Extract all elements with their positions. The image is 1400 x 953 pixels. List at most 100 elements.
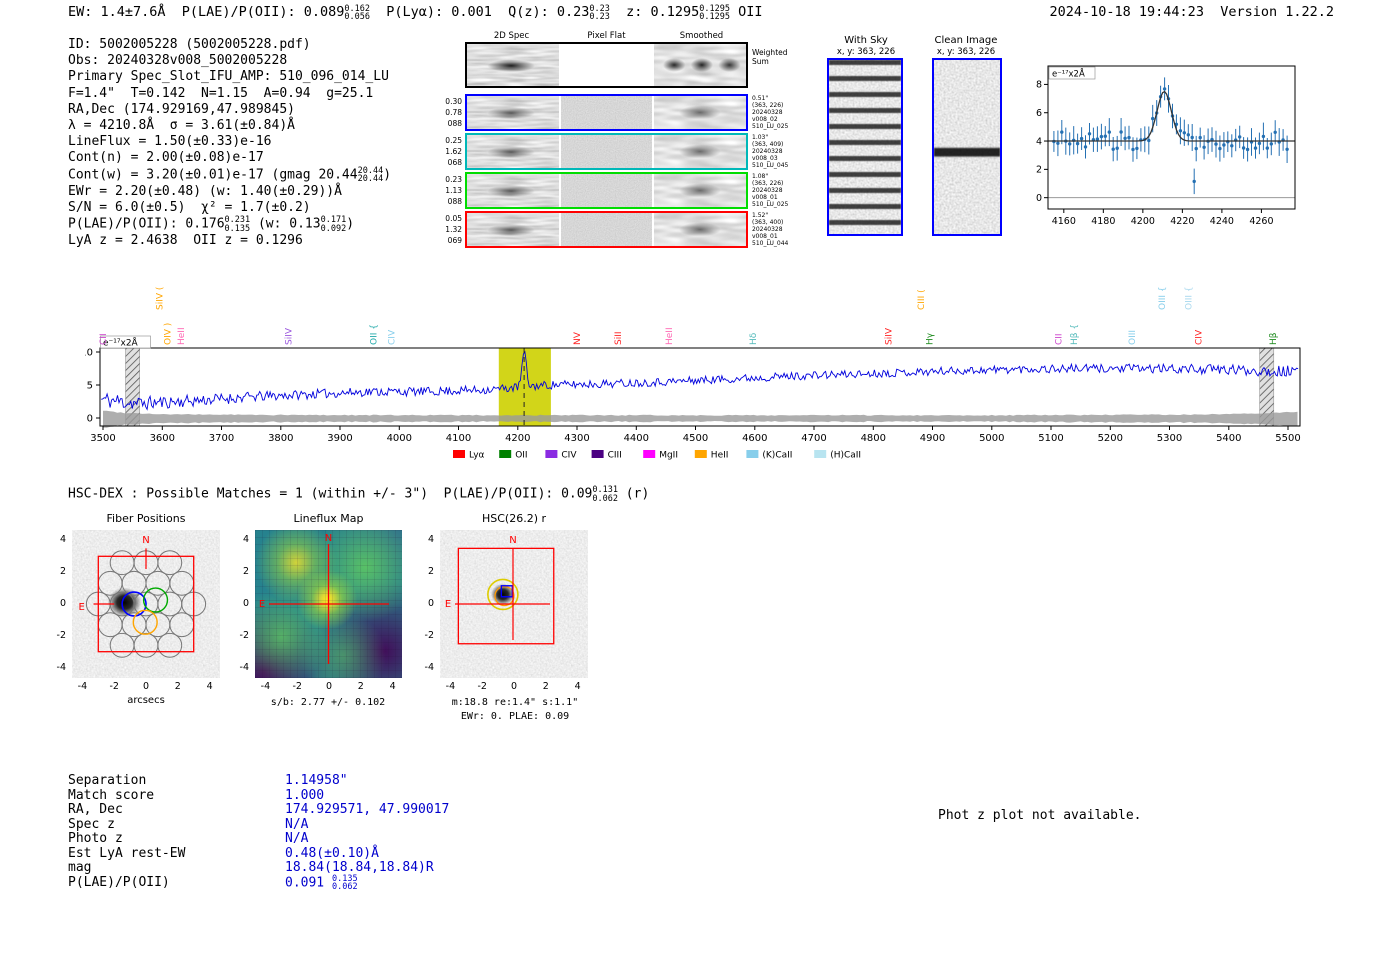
- spectrum-xtick: 3800: [268, 433, 293, 444]
- cutout-ytick: 4: [40, 534, 66, 545]
- stacked-uncertainty: 0.1620.056: [344, 5, 370, 22]
- hsc-image: NE: [440, 530, 588, 678]
- stacked-uncertainty: 0.1310.062: [592, 486, 618, 503]
- spec2d-row: [465, 172, 748, 209]
- spectrum-xtick: 5200: [1098, 433, 1123, 444]
- text-segment: Cont(n) = 2.00(±0.08)e-17: [68, 150, 264, 165]
- cutout-ytick: -4: [40, 662, 66, 673]
- pixelflat-cell: [561, 44, 653, 86]
- cleanimage-image: [932, 58, 1002, 236]
- spectrum-xtick: 4100: [446, 433, 471, 444]
- cutout-xtick: -4: [70, 681, 94, 692]
- legend-swatch: [814, 450, 826, 458]
- cleanimage-title: Clean Image: [920, 35, 1012, 46]
- lineflux-map-overlay: NE: [255, 530, 402, 678]
- spectrum-xtick: 4200: [505, 433, 530, 444]
- emission-smudge: [654, 174, 746, 207]
- emission-smudge: [467, 174, 559, 207]
- text-segment: P(Lyα): 0.001 Q(z): 0.23: [370, 4, 589, 20]
- line-marker-label: SiIV: [284, 327, 294, 345]
- match-table-label: RA, Dec: [68, 802, 123, 817]
- fitplot-ytick: 4: [1036, 136, 1042, 147]
- spectrum-xtick: 3700: [209, 433, 234, 444]
- text-segment: (w: 0.13: [250, 217, 320, 232]
- fitplot-xtick: 4240: [1210, 216, 1234, 227]
- cutout-xtick: -4: [438, 681, 462, 692]
- spectrum-xtick: 4900: [920, 433, 945, 444]
- text-segment: (r): [618, 487, 649, 502]
- cutout-ytick: -2: [408, 630, 434, 641]
- line-marker-label: OIII {: [1158, 286, 1168, 310]
- line-marker-label: SiII: [614, 331, 624, 345]
- line-marker-label: SiIV: [885, 327, 895, 345]
- compass-north-label: N: [509, 535, 516, 546]
- cutout-xtick: 4: [566, 681, 590, 692]
- match-table-value: 0.091 0.1350.062: [285, 875, 358, 892]
- withsky-image: [827, 58, 903, 236]
- legend-label: (K)CaII: [762, 451, 792, 461]
- hsc-caption-1: m:18.8 re:1.4" s:1.1": [425, 697, 605, 708]
- cutout-ytick: -2: [223, 630, 249, 641]
- spec2d-row-metrics: 0.051.32069: [436, 213, 462, 246]
- stacked-uncertainty: 0.12950.1295: [699, 5, 730, 22]
- legend-swatch: [592, 450, 604, 458]
- text-segment: LineFlux = 1.50(±0.33)e-16: [68, 134, 272, 149]
- line-marker-label: CII: [1055, 333, 1065, 345]
- text-segment: OII: [730, 4, 763, 20]
- text-segment: EWr = 2.20(±0.48) (w: 1.40(±0.29))Å: [68, 184, 342, 199]
- info-line: ID: 5002005228 (5002005228.pdf): [68, 37, 498, 53]
- pixelflat-cell: [561, 96, 653, 129]
- match-details-table: Separation1.14958"Match score1.000RA, De…: [68, 773, 498, 898]
- hsc-caption-2: EWr: 0. PLAE: 0.09: [425, 711, 605, 722]
- spectrum-xtick: 3500: [90, 433, 115, 444]
- cutout-ytick: -4: [408, 662, 434, 673]
- cutout-ytick: 2: [408, 566, 434, 577]
- cutout-ytick: 2: [40, 566, 66, 577]
- emission-smudge: [467, 135, 559, 168]
- text-segment: Obs: 20240328v008_5002005228: [68, 53, 287, 68]
- info-line: LineFlux = 1.50(±0.33)e-16: [68, 134, 498, 150]
- cutout-xtick: 2: [534, 681, 558, 692]
- text-segment: 0.091: [285, 875, 332, 890]
- fit-data-points: [1052, 77, 1289, 194]
- cutout-xtick: 0: [317, 681, 341, 692]
- spectrum-xtick: 4000: [387, 433, 412, 444]
- legend-label: OII: [515, 451, 527, 461]
- info-line: Cont(w) = 3.20(±0.01)e-17 (gmag 20.4420.…: [68, 167, 498, 184]
- fitplot-xtick: 4260: [1249, 216, 1273, 227]
- text-segment: λ = 4210.8Å σ = 3.61(±0.84)Å: [68, 118, 295, 133]
- cleanimage-coords: x, y: 363, 226: [920, 47, 1012, 57]
- fitplot-ytick: 0: [1036, 193, 1042, 204]
- fiber-positions-title: Fiber Positions: [72, 512, 220, 525]
- spectrum-xtick: 4400: [624, 433, 649, 444]
- cutout-xtick: 0: [502, 681, 526, 692]
- text-segment: ): [346, 217, 354, 232]
- line-marker-label: NV: [573, 331, 583, 345]
- emission-highlight-band: [499, 348, 551, 426]
- legend-swatch: [746, 450, 758, 458]
- spectrum-ytick: 0: [87, 414, 93, 425]
- source-info-block: ID: 5002005228 (5002005228.pdf)Obs: 2024…: [68, 37, 498, 249]
- line-marker-label: OII {: [370, 324, 380, 345]
- stacked-uncertainty: 0.2310.135: [225, 216, 251, 233]
- lineflux-map-cutout: NE: [255, 530, 402, 678]
- cutout-xtick: 4: [198, 681, 222, 692]
- match-table-label: Photo z: [68, 831, 123, 846]
- cutout-ytick: 0: [223, 598, 249, 609]
- cutout-xtick: 0: [134, 681, 158, 692]
- text-segment: z: 0.1295: [610, 4, 699, 20]
- smoothed-cell: [654, 174, 746, 207]
- weighted-sum-label: WeightedSum: [752, 48, 798, 66]
- cutout-ytick: -4: [223, 662, 249, 673]
- spectrum-xtick: 5300: [1157, 433, 1182, 444]
- match-table-label: P(LAE)/P(OII): [68, 875, 170, 890]
- spectrum-xtick: 5500: [1275, 433, 1300, 444]
- cutout-ytick: 0: [40, 598, 66, 609]
- compass-east-label: E: [78, 602, 84, 613]
- cutout-xtick: -2: [285, 681, 309, 692]
- spec2d-fiber-id: 1.52"(363, 400)20240328v008_01510_LU_044: [752, 212, 798, 247]
- legend-label: Lyα: [469, 451, 485, 461]
- lineflux-map-title: Lineflux Map: [255, 512, 402, 525]
- smoothed-cell: [654, 135, 746, 168]
- fiber-xaxis-label: arcsecs: [72, 695, 220, 706]
